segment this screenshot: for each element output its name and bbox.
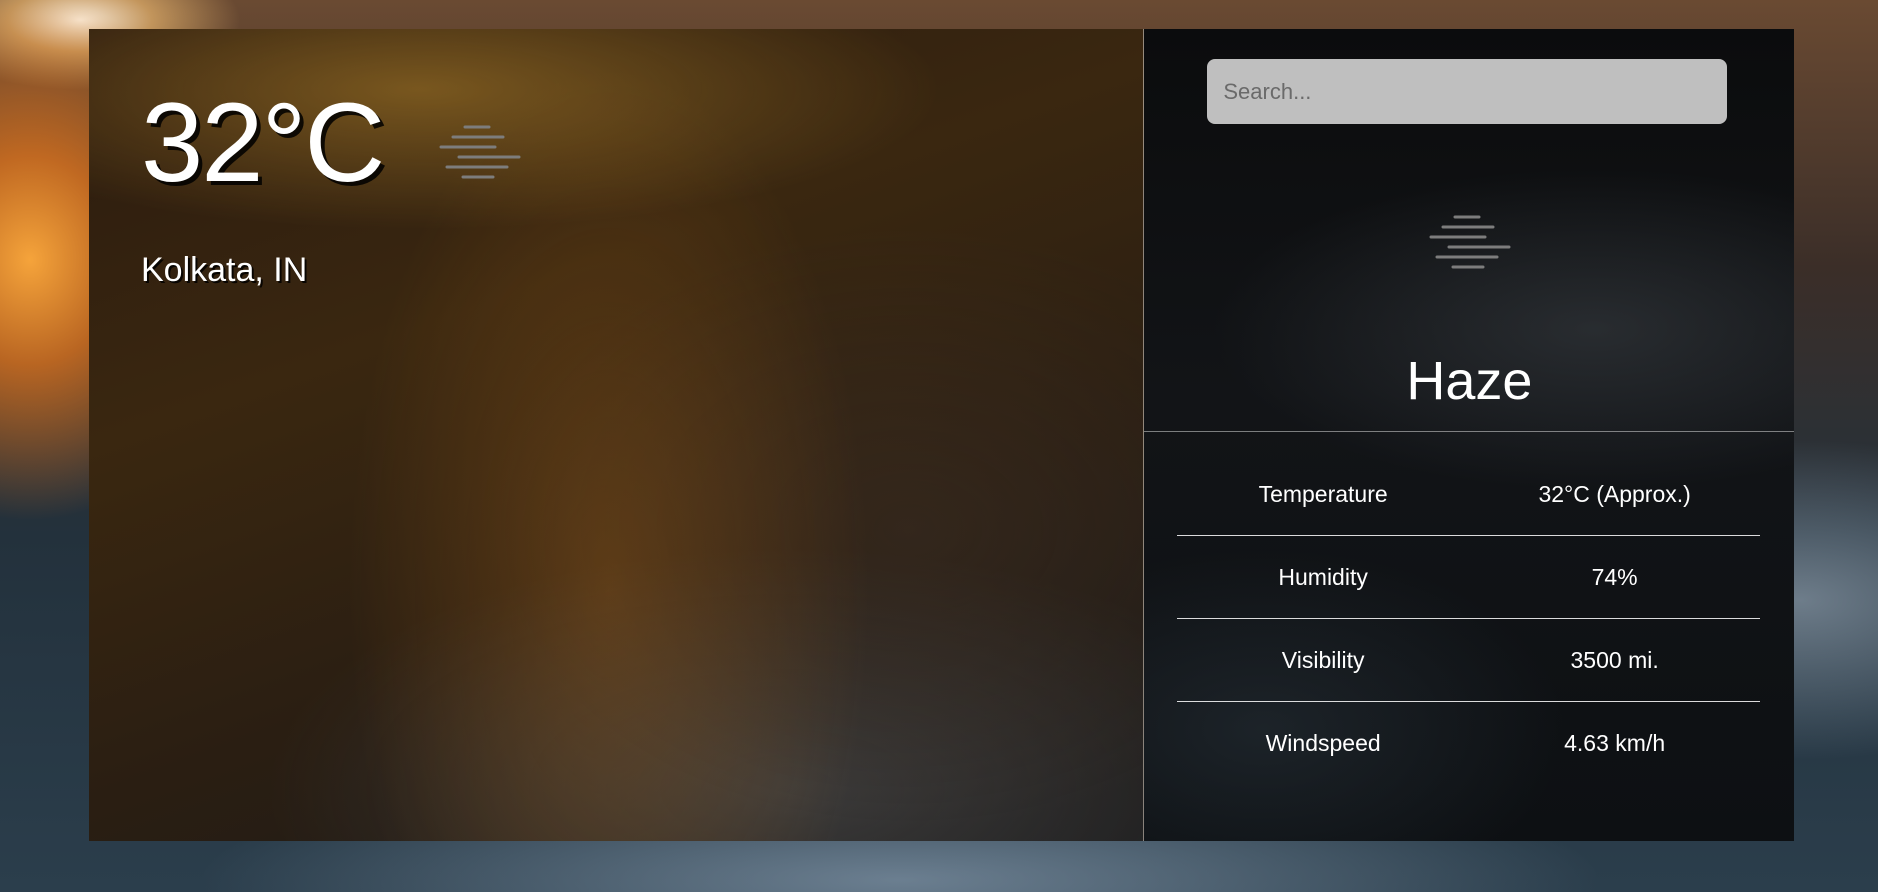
detail-label: Visibility xyxy=(1281,646,1365,673)
detail-value: 32°C (Approx.) xyxy=(1538,480,1691,507)
weather-details-list: Temperature 32°C (Approx.) Humidity 74% … xyxy=(1177,481,1761,784)
details-panel: Haze Temperature 32°C (Approx.) Humidity… xyxy=(1144,29,1794,841)
detail-label: Temperature xyxy=(1258,480,1388,507)
current-temperature: 32°C xyxy=(141,80,385,205)
detail-row-windspeed: Windspeed 4.63 km/h xyxy=(1177,702,1760,784)
location-label: Kolkata, IN xyxy=(141,251,308,289)
detail-label: Humidity xyxy=(1278,563,1368,590)
section-divider xyxy=(1144,431,1794,432)
detail-row-visibility: Visibility 3500 mi. xyxy=(1177,619,1761,702)
search-input[interactable] xyxy=(1207,59,1728,124)
weather-card: 32°C Kolkata, IN Haze xyxy=(89,29,1794,841)
detail-row-temperature: Temperature 32°C (Approx.) xyxy=(1177,453,1761,536)
weather-condition: Haze xyxy=(1406,351,1533,411)
haze-icon xyxy=(1429,215,1511,269)
detail-value: 74% xyxy=(1591,563,1638,590)
detail-value: 3500 mi. xyxy=(1570,646,1659,673)
current-weather-panel: 32°C Kolkata, IN xyxy=(89,29,1145,841)
detail-row-humidity: Humidity 74% xyxy=(1177,536,1761,619)
detail-label: Windspeed xyxy=(1265,729,1381,756)
detail-value: 4.63 km/h xyxy=(1564,729,1666,756)
haze-icon xyxy=(439,125,521,179)
